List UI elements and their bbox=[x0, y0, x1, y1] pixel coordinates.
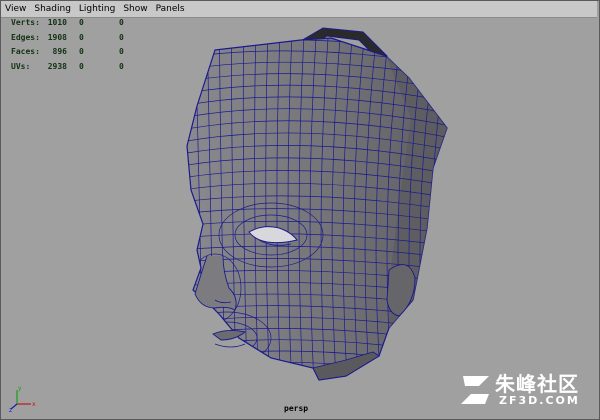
ear bbox=[386, 264, 416, 317]
menu-view[interactable]: View bbox=[1, 1, 30, 17]
panel-menubar: View Shading Lighting Show Panels bbox=[1, 1, 597, 18]
head-mesh bbox=[186, 27, 448, 381]
3d-viewport[interactable]: Verts: 1010 0 0 Edges: 1908 0 0 Faces: 8… bbox=[1, 18, 597, 418]
camera-name: persp bbox=[284, 404, 309, 413]
watermark-logo: 朱峰社区 ZF3D.COM bbox=[459, 366, 589, 414]
menu-panels[interactable]: Panels bbox=[152, 1, 189, 17]
svg-text:x: x bbox=[32, 401, 36, 408]
watermark-text: 朱峰社区 bbox=[495, 372, 579, 396]
menu-show[interactable]: Show bbox=[119, 1, 151, 17]
watermark-subtext: ZF3D.COM bbox=[499, 394, 580, 407]
zf-logo-icon bbox=[461, 376, 489, 404]
menu-shading[interactable]: Shading bbox=[30, 1, 75, 17]
svg-text:z: z bbox=[9, 407, 12, 412]
menu-lighting[interactable]: Lighting bbox=[75, 1, 119, 17]
svg-text:y: y bbox=[18, 385, 22, 392]
axis-gizmo-icon: x y z bbox=[9, 385, 36, 412]
